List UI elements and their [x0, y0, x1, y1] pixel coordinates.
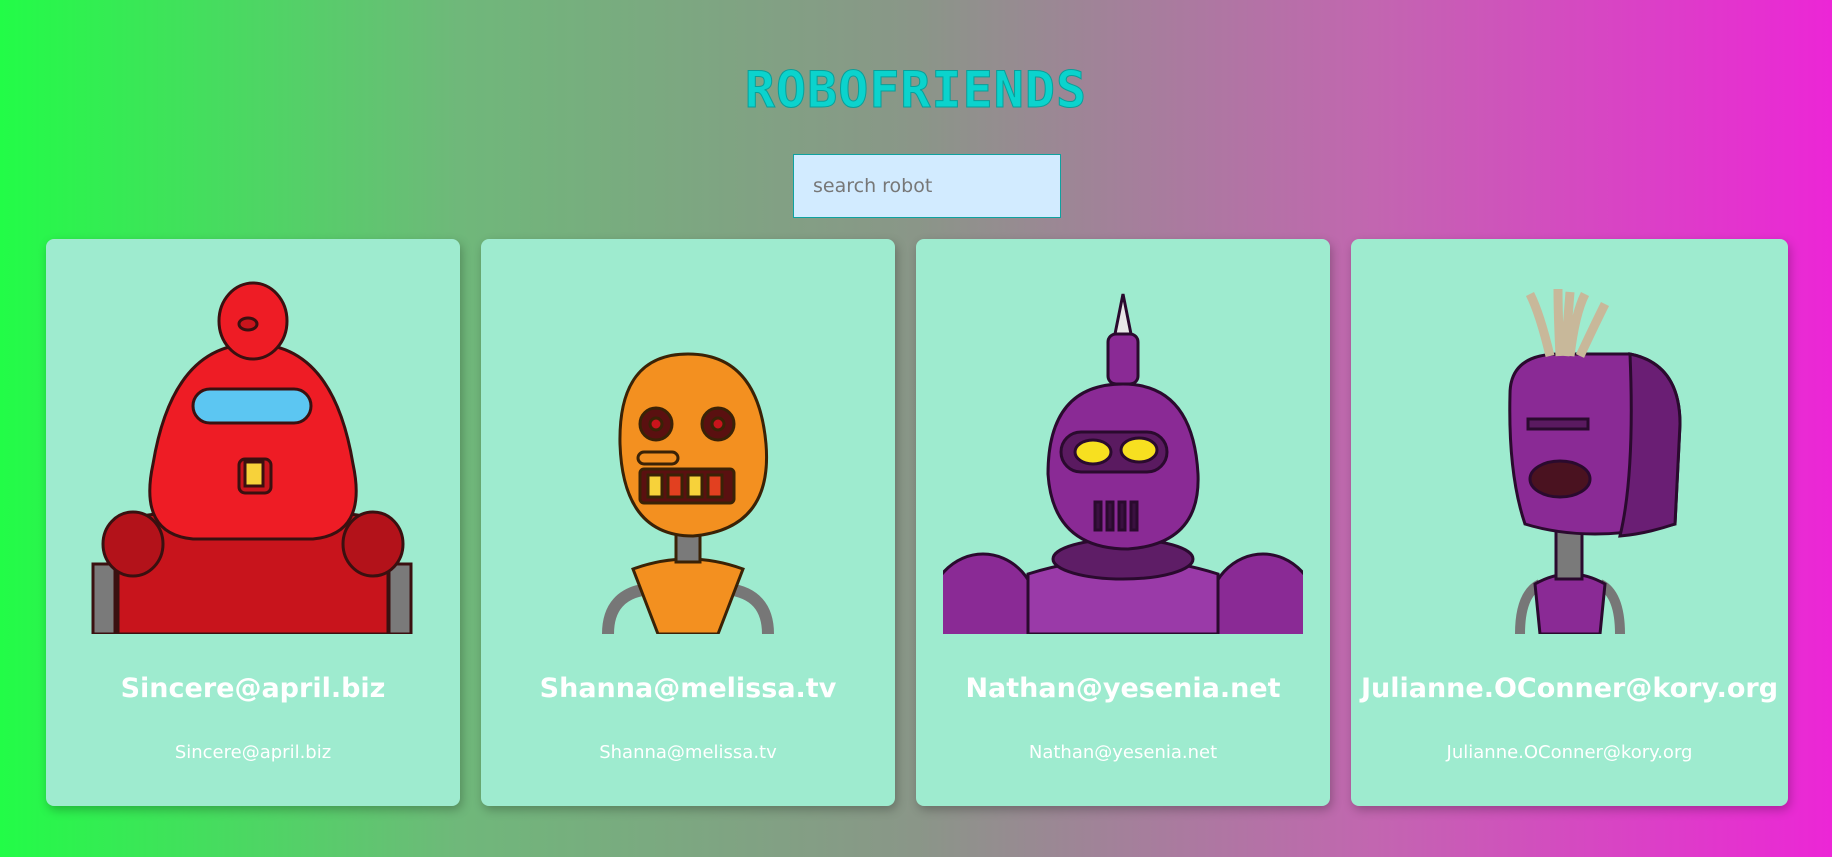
- robot-name: Julianne.OConner@kory.org: [1360, 673, 1779, 704]
- robot-card-list: Sincere@april.biz Sincere@april.biz Shan…: [46, 239, 1788, 806]
- purple-visor-robot-icon: [1390, 274, 1750, 634]
- robot-email: Sincere@april.biz: [174, 742, 332, 763]
- robot-card[interactable]: Nathan@yesenia.net Nathan@yesenia.net: [916, 239, 1330, 806]
- robot-card[interactable]: Sincere@april.biz Sincere@april.biz: [46, 239, 460, 806]
- purple-horned-robot-icon: [943, 274, 1303, 634]
- robot-name: Nathan@yesenia.net: [965, 673, 1281, 704]
- robot-card[interactable]: Julianne.OConner@kory.org Julianne.OConn…: [1351, 239, 1788, 806]
- search-input[interactable]: [793, 154, 1061, 218]
- robot-email: Nathan@yesenia.net: [1028, 742, 1218, 763]
- orange-robot-icon: [508, 274, 868, 634]
- robot-email: Julianne.OConner@kory.org: [1446, 742, 1693, 763]
- search-box: [793, 154, 1061, 218]
- red-robot-icon: [73, 274, 433, 634]
- robot-card[interactable]: Shanna@melissa.tv Shanna@melissa.tv: [481, 239, 895, 806]
- app-title: RoboFriends: [744, 61, 1088, 119]
- robot-name: Shanna@melissa.tv: [539, 673, 837, 704]
- robot-email: Shanna@melissa.tv: [599, 742, 777, 763]
- robot-name: Sincere@april.biz: [120, 673, 386, 704]
